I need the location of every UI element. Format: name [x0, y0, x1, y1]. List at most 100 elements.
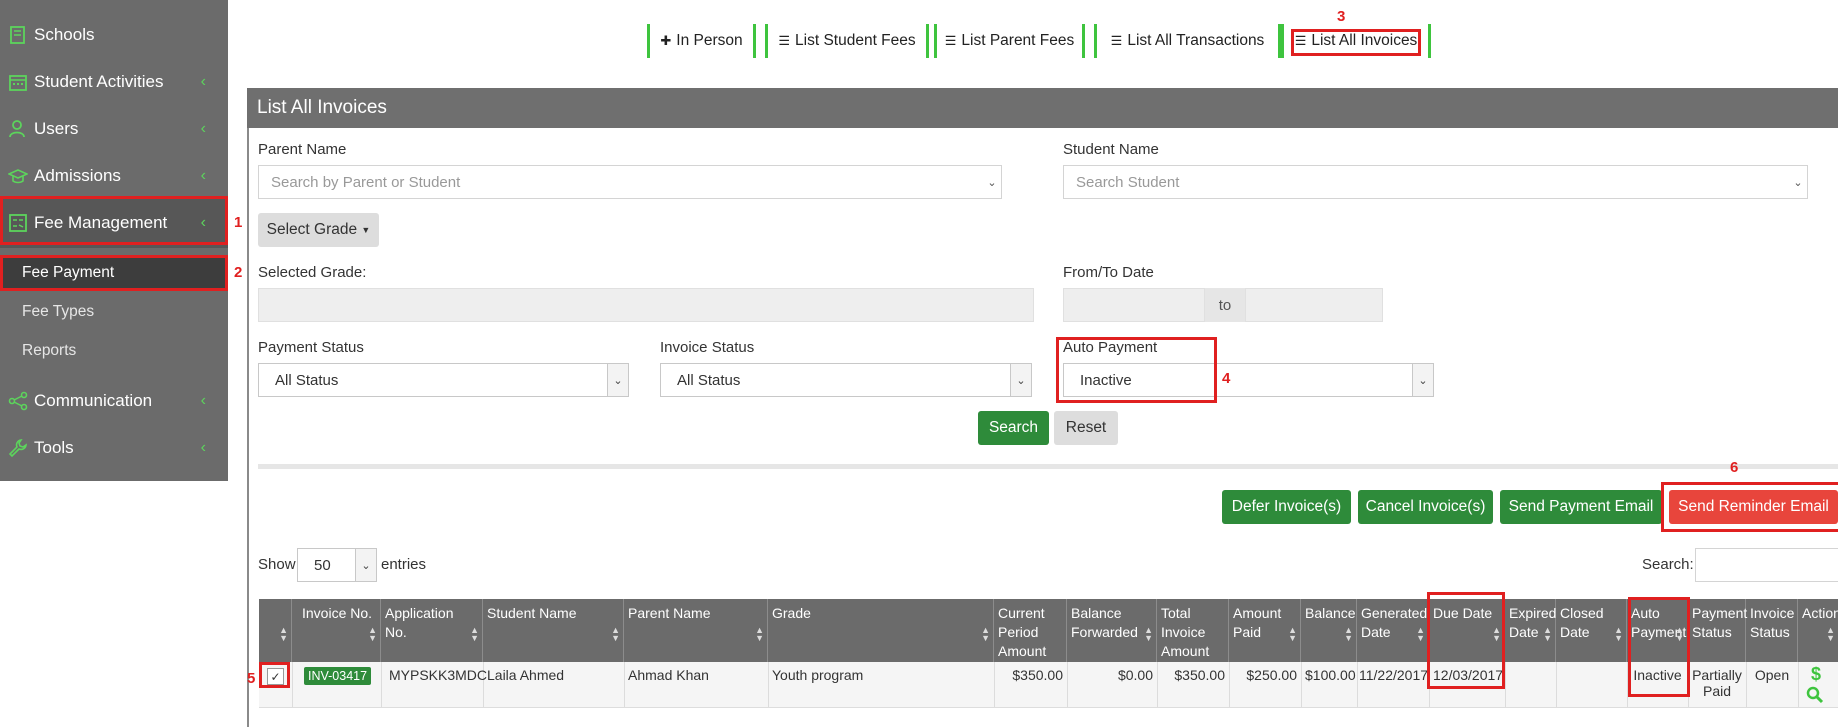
- sidebar-item-users[interactable]: Users ‹: [0, 106, 228, 152]
- header-label: Invoice Status: [1750, 605, 1795, 640]
- wrench-icon: [8, 439, 27, 458]
- caret-down-icon: ▼: [361, 225, 371, 235]
- entries-label: entries: [381, 556, 427, 573]
- cell-parent-name: Ahmad Khan: [628, 667, 709, 683]
- selected-grade-label: Selected Grade:: [258, 264, 367, 281]
- annotation-box-fee-payment: [0, 255, 228, 291]
- cancel-invoices-button[interactable]: Cancel Invoice(s): [1358, 490, 1493, 524]
- header-label: Current Period Amount: [998, 605, 1047, 659]
- cell-balance-forwarded: $0.00: [1117, 667, 1153, 683]
- cell-total-invoice-amount: $350.00: [1174, 667, 1225, 683]
- show-label: Show: [258, 556, 296, 573]
- header-current-period-amount[interactable]: Current Period Amount: [994, 599, 1067, 662]
- annotation-number-3: 3: [1337, 8, 1346, 25]
- annotation-number-1: 1: [234, 214, 243, 231]
- header-invoice-no[interactable]: Invoice No. ▲ ▼: [292, 599, 381, 662]
- panel-title: List All Invoices: [247, 88, 1838, 128]
- cell-payment-status: Partially Paid: [1692, 667, 1742, 699]
- calendar-icon: [9, 75, 27, 91]
- tab-label: In Person: [676, 32, 743, 49]
- header-balance-forwarded[interactable]: Balance Forwarded ▲ ▼: [1067, 599, 1157, 662]
- tab-label: List Student Fees: [795, 32, 916, 49]
- sidebar-item-admissions[interactable]: Admissions ‹: [0, 153, 228, 199]
- from-date-input[interactable]: [1063, 288, 1205, 322]
- tab-label: List All Transactions: [1127, 32, 1265, 49]
- sidebar-item-label: Communication: [34, 391, 153, 410]
- header-balance[interactable]: Balance ▲ ▼: [1301, 599, 1357, 662]
- sidebar-sub-fee-types[interactable]: Fee Types: [22, 303, 94, 321]
- student-name-search-input[interactable]: Search Student ⌄: [1063, 165, 1808, 199]
- search-button[interactable]: Search: [978, 411, 1049, 445]
- cell-generated-date: 11/22/2017: [1359, 667, 1429, 683]
- payment-status-select[interactable]: All Status ⌄: [258, 363, 629, 397]
- header-amount-paid[interactable]: Amount Paid ▲ ▼: [1229, 599, 1301, 662]
- header-expired-date[interactable]: Expired Date ▲ ▼: [1505, 599, 1556, 662]
- table-search-label: Search:: [1642, 556, 1694, 573]
- header-invoice-status[interactable]: Invoice Status: [1746, 599, 1798, 662]
- chevron-down-icon: ⌄: [1412, 364, 1433, 396]
- cell-invoice-status: Open: [1754, 667, 1790, 683]
- sidebar-item-student-activities[interactable]: Student Activities ‹: [0, 59, 228, 105]
- defer-invoices-button[interactable]: Defer Invoice(s): [1222, 490, 1351, 524]
- invoice-number-badge[interactable]: INV-03417: [304, 667, 372, 685]
- sort-icon: ▲ ▼: [1344, 625, 1353, 643]
- header-application-no[interactable]: Application No. ▲ ▼: [381, 599, 483, 662]
- payment-status-label: Payment Status: [258, 339, 364, 356]
- parent-name-search-input[interactable]: Search by Parent or Student ⌄: [258, 165, 1002, 199]
- send-payment-email-button[interactable]: Send Payment Email: [1500, 490, 1662, 524]
- sort-icon: ▲ ▼: [1288, 625, 1297, 643]
- table-search-input[interactable]: [1695, 548, 1838, 582]
- header-select[interactable]: ▲ ▼: [259, 599, 292, 662]
- sidebar-item-label: Tools: [34, 438, 74, 457]
- sort-icon: ▲ ▼: [1416, 625, 1425, 643]
- annotation-box-auto-payment: [1056, 337, 1217, 403]
- select-grade-label: Select Grade: [266, 221, 358, 238]
- divider: [258, 464, 1838, 469]
- users-icon: [9, 120, 25, 138]
- header-label: Total Invoice Amount: [1161, 605, 1210, 659]
- header-payment-status[interactable]: Payment Status: [1688, 599, 1747, 662]
- cell-amount-paid: $250.00: [1246, 667, 1297, 683]
- chevron-down-icon: ⌄: [607, 364, 628, 396]
- header-grade[interactable]: Grade ▲ ▼: [768, 599, 994, 662]
- sort-icon: ▲ ▼: [755, 625, 764, 643]
- header-parent-name[interactable]: Parent Name ▲ ▼: [624, 599, 768, 662]
- sidebar-item-tools[interactable]: Tools ‹: [0, 425, 228, 471]
- list-icon: ☰: [778, 33, 791, 48]
- annotation-number-4: 4: [1222, 370, 1231, 387]
- pay-dollar-icon[interactable]: $: [1811, 664, 1821, 685]
- chevron-left-icon: ‹: [200, 439, 206, 456]
- sidebar-item-schools[interactable]: Schools: [0, 12, 228, 58]
- invoice-status-select[interactable]: All Status ⌄: [660, 363, 1032, 397]
- cell-student-name: Laila Ahmed: [487, 667, 565, 683]
- sidebar-item-label: Admissions: [34, 166, 121, 185]
- header-student-name[interactable]: Student Name ▲ ▼: [483, 599, 624, 662]
- header-closed-date[interactable]: Closed Date ▲ ▼: [1556, 599, 1627, 662]
- parent-name-label: Parent Name: [258, 141, 347, 158]
- sort-icon: ▲ ▼: [368, 625, 377, 643]
- chevron-left-icon: ‹: [200, 392, 206, 409]
- tab-list-all-transactions[interactable]: ☰ List All Transactions: [1094, 24, 1281, 58]
- sidebar-item-communication[interactable]: Communication ‹: [0, 378, 228, 424]
- header-total-invoice-amount[interactable]: Total Invoice Amount: [1157, 599, 1229, 662]
- chevron-left-icon: ‹: [200, 120, 206, 137]
- tab-list-student-fees[interactable]: ☰ List Student Fees: [765, 24, 929, 58]
- reset-button[interactable]: Reset: [1054, 411, 1118, 445]
- header-label: Student Name: [487, 605, 577, 621]
- annotation-number-2: 2: [234, 264, 243, 281]
- annotation-box-auto-payment-column: [1628, 597, 1690, 697]
- sidebar-sub-reports[interactable]: Reports: [22, 342, 76, 360]
- sidebar-item-label: Users: [34, 119, 79, 138]
- select-grade-button[interactable]: Select Grade ▼: [258, 213, 379, 247]
- header-generated-date[interactable]: Generated Date ▲ ▼: [1357, 599, 1429, 662]
- tab-in-person[interactable]: ✚ In Person: [647, 24, 756, 58]
- entries-select[interactable]: 50 ⌄: [297, 548, 377, 582]
- annotation-box-row-checkbox: [259, 662, 290, 688]
- header-label: Invoice No.: [302, 605, 373, 621]
- tab-list-parent-fees[interactable]: ☰ List Parent Fees: [934, 24, 1085, 58]
- view-magnifier-icon[interactable]: [1806, 686, 1824, 704]
- col-divider: [292, 662, 293, 707]
- to-date-input[interactable]: [1245, 288, 1383, 322]
- header-action[interactable]: Action ▲ ▼: [1798, 599, 1838, 662]
- header-label: Balance Forwarded: [1071, 605, 1138, 640]
